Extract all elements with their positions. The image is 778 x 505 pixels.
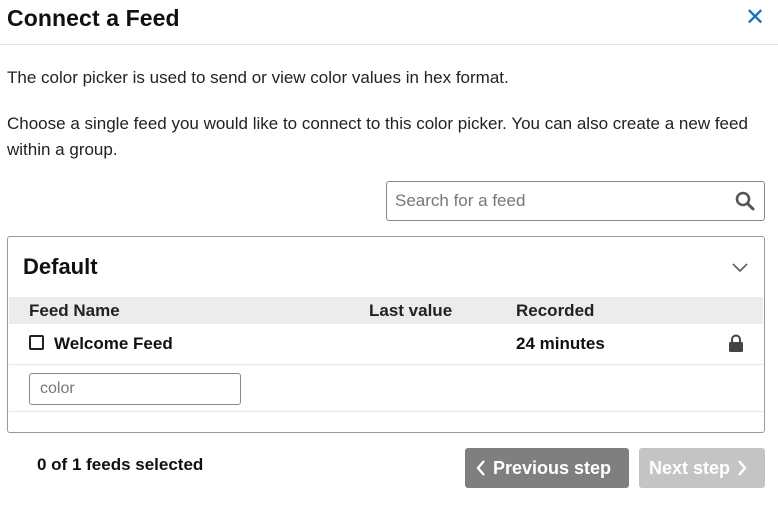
- column-header-recorded: Recorded: [516, 301, 595, 320]
- close-icon[interactable]: ✕: [744, 6, 766, 30]
- previous-step-button[interactable]: Previous step: [465, 448, 629, 488]
- selected-count: 0 of 1 feeds selected: [37, 455, 204, 474]
- feed-checkbox[interactable]: [29, 335, 44, 350]
- search-icon[interactable]: [735, 191, 755, 211]
- group-name: Default: [23, 254, 98, 279]
- new-feed-row: [9, 365, 763, 412]
- previous-step-label: Previous step: [493, 457, 612, 478]
- search-box: [386, 181, 765, 221]
- next-step-button[interactable]: Next step: [639, 448, 765, 488]
- instructions-text: Choose a single feed you would like to c…: [7, 114, 748, 159]
- modal-header: Connect a Feed ✕: [0, 0, 778, 45]
- new-feed-name-input[interactable]: [29, 373, 241, 405]
- search-input[interactable]: [388, 183, 732, 219]
- next-step-label: Next step: [649, 457, 731, 478]
- feed-group-panel: Default Feed Name Last value Recorded We…: [7, 236, 765, 433]
- modal-title: Connect a Feed: [7, 5, 180, 31]
- table-row[interactable]: Welcome Feed 24 minutes: [9, 324, 763, 365]
- intro-text: The color picker is used to send or view…: [7, 68, 509, 87]
- chevron-left-icon: [476, 460, 485, 476]
- chevron-right-icon: [738, 460, 747, 476]
- lock-icon: [729, 334, 743, 352]
- chevron-down-icon[interactable]: [731, 258, 749, 276]
- column-header-feed-name: Feed Name: [29, 301, 120, 320]
- feed-recorded: 24 minutes: [516, 334, 605, 353]
- feed-name[interactable]: Welcome Feed: [54, 334, 173, 354]
- table-header: Feed Name Last value Recorded: [9, 297, 763, 324]
- column-header-last-value: Last value: [369, 301, 453, 320]
